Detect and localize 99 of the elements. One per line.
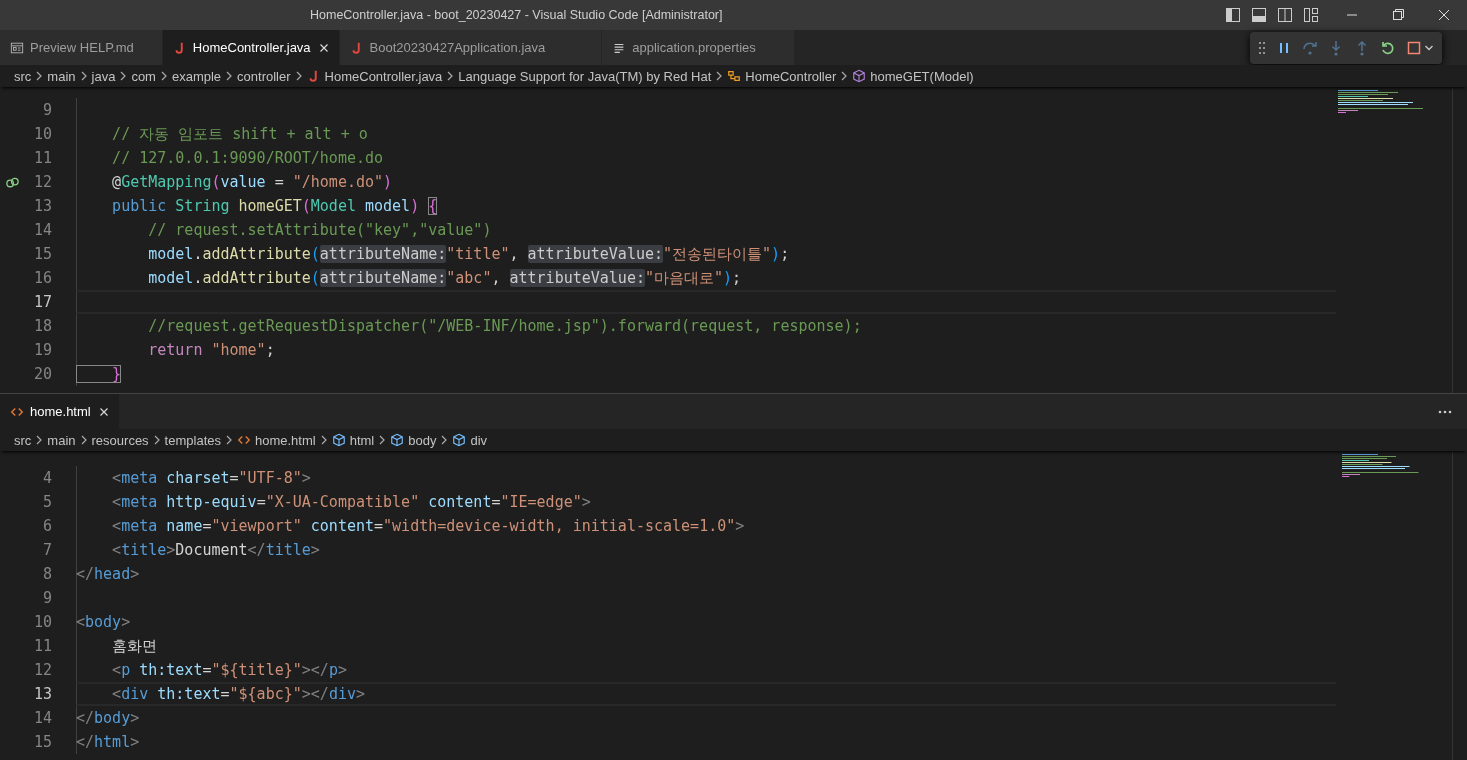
editor-tab[interactable]: HomeController.java: [162, 30, 340, 65]
code-line: <meta charset="UTF-8">: [111, 469, 311, 487]
breadcrumb-item[interactable]: home.html: [255, 432, 316, 448]
code-line: //request.getRequestDispatcher("/WEB-INF/home.jsp").forward(request, response);: [147, 317, 862, 335]
code-line: <title>Document</title>: [111, 541, 320, 559]
chevron-icon: [715, 70, 724, 82]
chevron-icon: [225, 70, 234, 82]
breadcrumb-item[interactable]: example: [171, 68, 222, 84]
code-line: 홈화면: [111, 636, 158, 656]
line-number: 13: [32, 197, 52, 215]
code-line: <meta name="viewport" content="width=device-width, initial-scale=1.0">: [111, 517, 745, 535]
stop-icon[interactable]: [1406, 40, 1422, 56]
breadcrumb-item[interactable]: controller: [237, 68, 291, 84]
chevron-icon: [319, 434, 328, 446]
code-line: @GetMapping(value = "/home.do"): [111, 173, 393, 191]
line-number: 19: [32, 341, 52, 359]
line-number: 9: [41, 589, 52, 607]
editor-tab[interactable]: application.properties: [602, 30, 795, 65]
code-line: <div th:text="${abc}"></div>: [111, 685, 365, 703]
cube-icon: [390, 433, 405, 447]
code-line: </html>: [76, 733, 140, 751]
line-number: 12: [32, 661, 52, 679]
breadcrumb-item[interactable]: HomeController.java: [324, 68, 443, 84]
breadcrumb-item[interactable]: src: [14, 432, 32, 448]
breadcrumb-item[interactable]: homeGET(Model): [870, 68, 974, 84]
line-number: 5: [41, 493, 52, 511]
line-number: 6: [41, 517, 52, 535]
line-number: 16: [32, 269, 52, 287]
chevron-icon: [446, 70, 455, 82]
breadcrumb-item[interactable]: body: [408, 432, 437, 448]
code-line: public String homeGET(Model model) {: [111, 197, 438, 215]
chevron-icon: [440, 434, 449, 446]
preview-icon: [10, 40, 24, 55]
line-number: 9: [41, 101, 52, 119]
line-number: 11: [32, 149, 52, 167]
code-line: // 자동 임포트 shift + alt + o: [111, 124, 368, 144]
line-number: 4: [41, 469, 52, 487]
cube-icon: [852, 69, 867, 83]
chevron-icon: [294, 70, 303, 82]
breadcrumb-item[interactable]: Language Support for Java(TM) by Red Hat: [458, 68, 712, 84]
chevron-icon: [378, 434, 387, 446]
line-number: 14: [32, 221, 52, 239]
chevron-icon: [79, 70, 88, 82]
code-line: </head>: [76, 565, 140, 583]
cube-icon: [452, 433, 467, 447]
chevron-icon: [225, 434, 233, 446]
code-line: <p th:text="${title}"></p>: [111, 661, 347, 679]
code-line: // request.setAttribute("key","value"): [147, 221, 492, 239]
code-line: model.addAttribute(attributeName:"title", attributeValue:"전송된타이틀");: [147, 244, 790, 264]
restart-icon[interactable]: [1380, 40, 1396, 56]
toggle-panel-icon[interactable]: [1251, 7, 1267, 23]
line-number: 14: [32, 709, 52, 727]
breadcrumb-item[interactable]: main: [47, 68, 76, 84]
breadcrumb-item[interactable]: com: [131, 68, 156, 84]
line-number: 15: [32, 733, 52, 751]
chevron-icon: [119, 70, 128, 82]
line-number: 18: [32, 317, 52, 335]
line-number: 7: [41, 541, 52, 559]
editor-tab[interactable]: Boot20230427Application.java: [339, 30, 603, 65]
breadcrumb-item[interactable]: HomeController: [745, 68, 837, 84]
drag-handle-icon[interactable]: [1258, 40, 1266, 56]
code-line: return "home";: [147, 341, 275, 359]
line-number: 15: [32, 245, 52, 263]
code-icon: [237, 433, 251, 447]
editor-tab[interactable]: home.html: [0, 394, 120, 429]
chevron-icon: [35, 70, 44, 82]
layout-grid-icon[interactable]: [1303, 7, 1319, 23]
breadcrumb-item[interactable]: java: [91, 68, 116, 84]
chevron-icon: [79, 434, 88, 446]
chevron-icon: [840, 70, 849, 82]
chevron-icon: [159, 70, 168, 82]
toggle-sidebar-icon[interactable]: [1225, 7, 1241, 23]
code-line: <meta http-equiv="X-UA-Compatible" content="IE=edge">: [111, 493, 591, 511]
editor-tab[interactable]: Preview HELP.md: [0, 30, 163, 65]
breadcrumb-item[interactable]: src: [14, 68, 32, 84]
breadcrumb-item[interactable]: html: [349, 432, 375, 448]
split-layout-icon[interactable]: [1277, 7, 1293, 23]
breadcrumb-item[interactable]: main: [47, 432, 76, 448]
code-line: model.addAttribute(attributeName:"abc", attributeValue:"마음대로");: [147, 268, 742, 288]
line-number: 12: [32, 173, 52, 191]
line-number: 10: [32, 613, 52, 631]
line-number: 20: [32, 365, 52, 383]
breadcrumb-item[interactable]: resources: [91, 432, 149, 448]
chevron-icon: [35, 434, 44, 446]
line-number: 13: [32, 685, 52, 703]
code-line: <body>: [76, 613, 131, 631]
chevron-icon: [152, 434, 161, 446]
line-number: 10: [32, 125, 52, 143]
line-number: 11: [32, 637, 52, 655]
breadcrumb-item[interactable]: div: [470, 432, 488, 448]
code-line: </body>: [76, 709, 140, 727]
breadcrumb-item[interactable]: templates: [164, 432, 221, 448]
line-number: 17: [32, 293, 52, 311]
code-line: }: [76, 365, 122, 383]
code-line: // 127.0.0.1:9090/ROOT/home.do: [111, 149, 384, 167]
class-icon: [727, 69, 742, 83]
cube-icon: [331, 433, 346, 447]
window-title: HomeController.java - boot_20230427 - Visual Studio Code [Administrator]: [310, 8, 723, 22]
line-number: 8: [41, 565, 52, 583]
